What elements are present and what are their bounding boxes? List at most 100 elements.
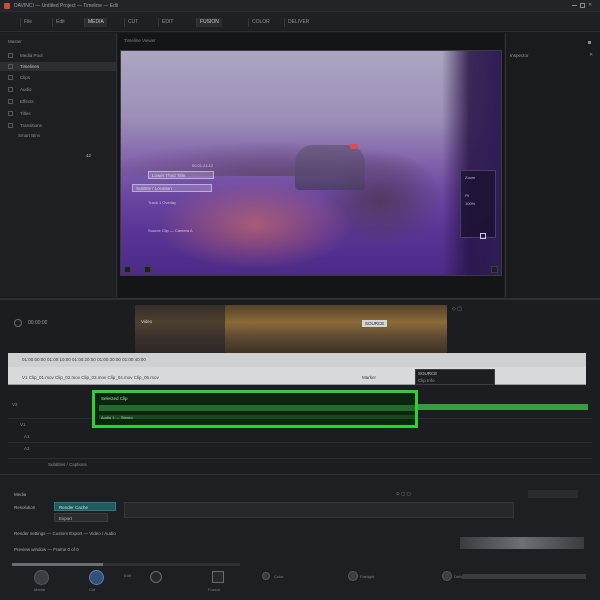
dock-label: Fusion bbox=[208, 587, 221, 592]
marker-label: Marker bbox=[362, 375, 377, 380]
waveform-strip[interactable] bbox=[460, 537, 584, 549]
clip-info-popup: SOURCE Clip Info bbox=[415, 369, 495, 385]
menu-file[interactable]: File bbox=[20, 18, 35, 27]
dock-label: Cut bbox=[89, 587, 96, 592]
track-label-v1: V1 bbox=[20, 422, 26, 427]
checkbox-icon[interactable] bbox=[8, 123, 13, 128]
range-label: ⊙ ▢ ▢ bbox=[396, 491, 411, 496]
bottom-tab[interactable]: Media bbox=[14, 492, 26, 497]
clip-waveform bbox=[99, 405, 415, 411]
checkbox-icon[interactable] bbox=[8, 53, 13, 58]
tree-item[interactable]: Audio bbox=[0, 85, 117, 94]
close-icon[interactable]: ✕ bbox=[589, 52, 593, 58]
menu-fusion[interactable]: FUSION bbox=[196, 18, 222, 27]
clip-info-sub: Clip Info bbox=[418, 378, 435, 383]
tree-item[interactable]: Media Pool bbox=[0, 51, 117, 60]
tree-item[interactable]: Transitions bbox=[0, 121, 117, 130]
timeline-timecode: 00:00:00 bbox=[28, 320, 48, 326]
clip-count: 42 bbox=[86, 153, 92, 158]
tree-item-label: Timelines bbox=[20, 64, 40, 69]
render-progress-fill bbox=[12, 563, 104, 566]
captions-track-label: Subtitles / Captions bbox=[48, 462, 87, 467]
edit-icon[interactable] bbox=[150, 571, 162, 583]
title-bar: DAVINCI — Untitled Project — Timeline — … bbox=[0, 0, 600, 12]
track-divider bbox=[8, 458, 592, 459]
menu-media[interactable]: MEDIA bbox=[84, 18, 107, 27]
tree-item[interactable]: Effects bbox=[0, 97, 117, 106]
inspector-panel: Inspector ✕ bbox=[505, 33, 600, 297]
dock-label: Fairlight bbox=[360, 574, 375, 579]
export-button[interactable]: Export bbox=[54, 513, 108, 522]
cut-icon[interactable] bbox=[89, 570, 104, 585]
maximize-icon[interactable] bbox=[580, 3, 585, 8]
selected-clip[interactable]: Selected Clip Audio 1 — Stereo bbox=[92, 390, 418, 428]
viewer-header: Timeline Viewer bbox=[124, 38, 156, 43]
timeline-ruler[interactable]: 01:00:00:00 01:00:10:00 01:00:20:00 01:0… bbox=[8, 353, 586, 367]
volume-slider[interactable] bbox=[462, 574, 586, 579]
dock-label: Edit bbox=[124, 573, 131, 578]
render-progress bbox=[12, 563, 240, 566]
track-label-a2: A2 bbox=[24, 446, 30, 451]
resolution-label: Resolution bbox=[14, 505, 36, 510]
render-settings-text: Render settings — Custom Export — Video … bbox=[14, 531, 116, 536]
checkbox-icon[interactable] bbox=[8, 111, 13, 116]
checkbox-icon[interactable] bbox=[8, 75, 13, 80]
track-label-a1: A1 bbox=[24, 434, 30, 439]
tree-item[interactable]: Clips bbox=[0, 73, 117, 82]
selected-clip-label: Selected Clip bbox=[101, 396, 128, 401]
fusion-icon[interactable] bbox=[212, 571, 224, 583]
track-label-v2: V2 bbox=[12, 402, 18, 407]
menu-color[interactable]: COLOR bbox=[248, 18, 273, 27]
checkbox-icon[interactable] bbox=[8, 87, 13, 92]
app-logo-icon bbox=[4, 3, 10, 9]
bottom-field-bar[interactable] bbox=[124, 502, 514, 518]
clip-info-title: SOURCE bbox=[418, 371, 438, 376]
tree-item[interactable]: Timelines bbox=[0, 62, 117, 71]
menu-cut[interactable]: CUT bbox=[124, 18, 141, 27]
ruler-text: 01:00:00:00 01:00:10:00 01:00:20:00 01:0… bbox=[22, 357, 146, 362]
source-tag[interactable]: SOURCE bbox=[362, 320, 388, 327]
tree-item[interactable]: Titles bbox=[0, 109, 117, 118]
timeline-settings-icon[interactable] bbox=[14, 319, 22, 327]
markers-icon[interactable]: ◇ ▢ bbox=[452, 306, 462, 312]
tree-item-label: Titles bbox=[20, 111, 31, 116]
fairlight-icon[interactable] bbox=[348, 571, 358, 581]
minimize-icon[interactable] bbox=[572, 5, 577, 6]
menu-edit[interactable]: Edit bbox=[52, 18, 68, 27]
dock-label: Color bbox=[274, 574, 284, 579]
panel-menu-icon[interactable] bbox=[588, 41, 591, 44]
bottom-right-toolbar[interactable] bbox=[528, 490, 578, 498]
checkbox-icon[interactable] bbox=[8, 64, 13, 69]
window-title: DAVINCI — Untitled Project — Timeline — … bbox=[14, 3, 119, 9]
panel-header: Master bbox=[8, 39, 22, 44]
tree-item-label: Media Pool bbox=[20, 53, 43, 58]
viewer-frame bbox=[120, 50, 502, 276]
menu-bar: File Edit MEDIA CUT EDIT FUSION COLOR DE… bbox=[0, 12, 600, 32]
close-icon[interactable]: ✕ bbox=[588, 3, 593, 8]
selected-clip-sub: Audio 1 — Stereo bbox=[101, 415, 133, 420]
dock-label: Media bbox=[34, 587, 45, 592]
tree-item-label: Effects bbox=[20, 99, 34, 104]
media-icon[interactable] bbox=[34, 570, 49, 585]
menu-deliver[interactable]: DELIVER bbox=[284, 18, 312, 27]
bottom-panel: Media Resolution Render Cache Export ⊙ ▢… bbox=[0, 474, 600, 600]
thumbnail-label: Video bbox=[141, 319, 153, 324]
clip-waveform-lower bbox=[99, 415, 415, 419]
color-icon[interactable] bbox=[262, 572, 270, 580]
checkbox-icon[interactable] bbox=[8, 99, 13, 104]
deliver-icon[interactable] bbox=[442, 571, 452, 581]
track-header-text: V1 Clip_01.mov Clip_02.mov Clip_03.mov C… bbox=[22, 375, 159, 380]
timeline-track-header[interactable]: V1 Clip_01.mov Clip_02.mov Clip_03.mov C… bbox=[8, 367, 586, 385]
tree-item-label: Transitions bbox=[20, 123, 42, 128]
smart-bins-label[interactable]: Smart Bins bbox=[18, 133, 40, 138]
track-divider bbox=[8, 442, 592, 443]
window-controls[interactable]: ✕ bbox=[572, 3, 594, 9]
inspector-header: Inspector bbox=[510, 53, 529, 58]
render-cache-button[interactable]: Render Cache bbox=[54, 502, 116, 511]
preview-text: Preview window — Frame 0 of 0 bbox=[14, 547, 79, 552]
media-pool-panel: Master Media Pool Timelines Clips Audio … bbox=[0, 33, 117, 297]
tree-item-label: Audio bbox=[20, 87, 32, 92]
audio-track-strip[interactable] bbox=[418, 404, 588, 410]
tree-item-label: Clips bbox=[20, 75, 31, 80]
menu-edit-page[interactable]: EDIT bbox=[158, 18, 176, 27]
